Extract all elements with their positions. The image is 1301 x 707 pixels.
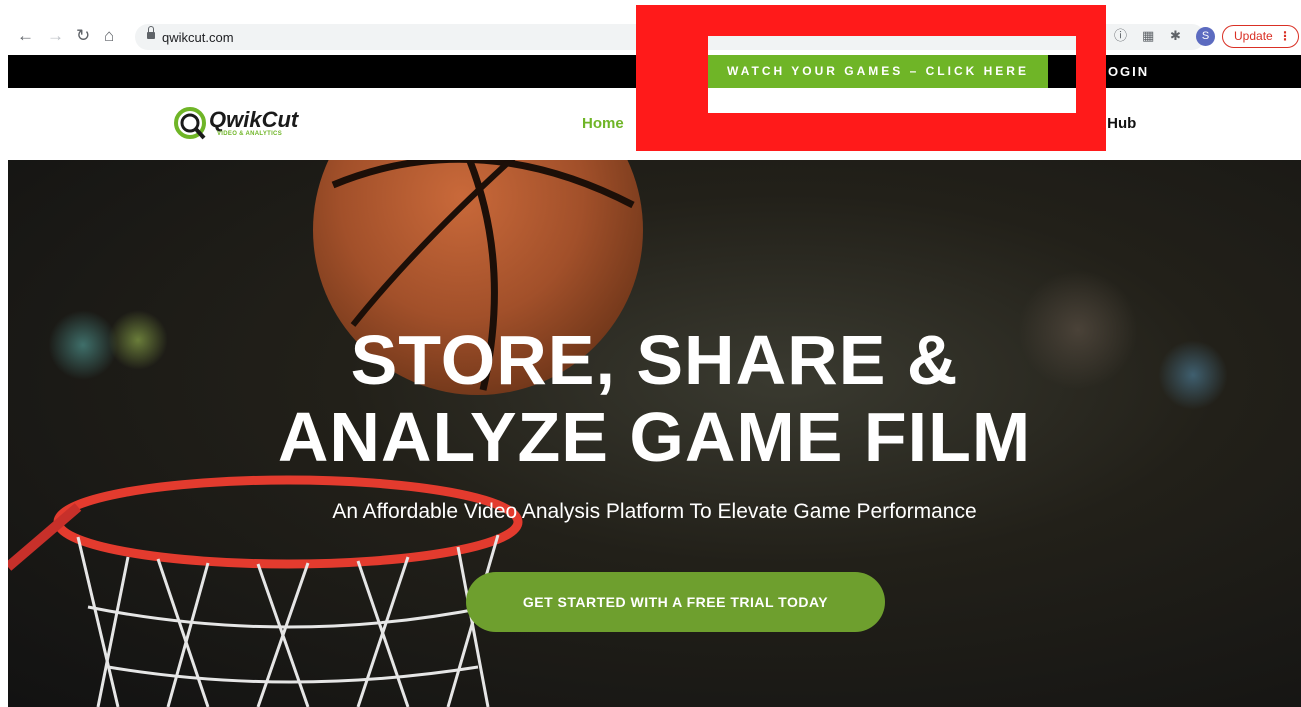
hero-section: STORE, SHARE & ANALYZE GAME FILM An Affo… xyxy=(8,160,1301,707)
annotation-highlight-box xyxy=(636,5,1106,151)
grid-icon[interactable]: ▦ xyxy=(1142,29,1154,42)
hero-subtitle: An Affordable Video Analysis Platform To… xyxy=(332,500,977,523)
qwikcut-logo[interactable]: QwikCut VIDEO & ANALYTICS xyxy=(173,104,313,144)
logo-text: QwikCut xyxy=(209,107,299,132)
extensions-puzzle-icon[interactable]: ✱ xyxy=(1170,29,1181,42)
update-button[interactable]: Update ⋮ xyxy=(1222,25,1299,48)
home-icon[interactable]: ⌂ xyxy=(104,27,114,44)
help-icon[interactable]: ⓘ xyxy=(1114,29,1127,42)
free-trial-button[interactable]: GET STARTED WITH A FREE TRIAL TODAY xyxy=(466,572,885,632)
hero-title-line1: STORE, SHARE & xyxy=(350,321,959,399)
url-text: qwikcut.com xyxy=(162,30,234,45)
update-label: Update xyxy=(1234,29,1273,43)
nav-home[interactable]: Home xyxy=(582,115,624,132)
forward-arrow-icon[interactable]: → xyxy=(47,27,64,44)
reload-icon[interactable]: ↻ xyxy=(76,27,90,44)
lock-icon xyxy=(147,26,155,39)
logo-mark-icon xyxy=(174,107,206,140)
profile-avatar[interactable]: S xyxy=(1196,27,1215,46)
back-arrow-icon[interactable]: ← xyxy=(17,27,34,44)
logo-subtitle: VIDEO & ANALYTICS xyxy=(217,131,282,137)
kebab-menu-icon: ⋮ xyxy=(1279,29,1291,43)
hero-title-line2: ANALYZE GAME FILM xyxy=(277,398,1032,476)
